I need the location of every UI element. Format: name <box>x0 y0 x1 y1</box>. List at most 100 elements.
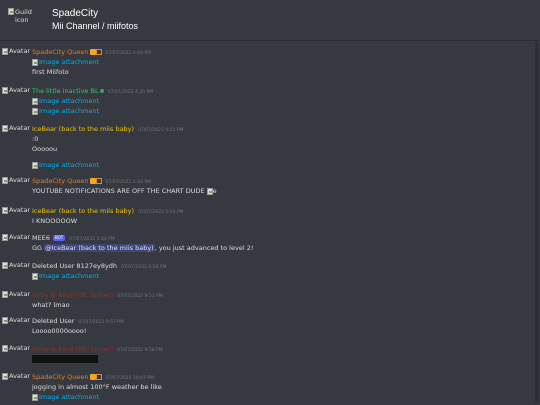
avatar[interactable]: Avatar <box>2 261 30 269</box>
message-header: SpadeCity Queen 07/07/2022 4:34 PM <box>32 176 217 186</box>
avatar[interactable]: Avatar <box>2 86 30 94</box>
scrollbar[interactable] <box>535 41 539 403</box>
author-name[interactable]: MEE6 <box>32 234 50 242</box>
text-suffix: , you just advanced to level 2! <box>154 244 254 252</box>
timestamp: 07/07/2022 4:09 PM <box>105 51 152 56</box>
avatar-alt-text: Avatar <box>9 124 31 132</box>
author-name[interactable]: IceBear (back to the miis baby) <box>32 207 134 215</box>
avatar[interactable]: Avatar <box>2 233 30 241</box>
message-content: Deleted User 07/07/2022 9:57 PM Loooo0000o… <box>32 316 124 336</box>
author-name[interactable]: The little inactive BL <box>32 87 99 95</box>
author-name[interactable]: Deleted User 8127ey8ydh <box>32 262 117 270</box>
timestamp: 07/07/2022 4:20 PM <box>107 90 154 95</box>
image-attachment-link[interactable]: Image attachment <box>32 392 162 402</box>
message-header: MEE6 BOT 07/07/2022 5:44 PM <box>32 233 253 243</box>
timestamp: 07/07/2022 5:44 PM <box>138 210 184 215</box>
message-header: Kirby & Alice (IRL Spicer) 07/07/2022 9:5… <box>32 344 163 354</box>
message-text: YOUTUBE NOTIFICATIONS ARE OFF THE CHART … <box>32 187 217 195</box>
message-text: I KNOOOOOW <box>32 217 78 225</box>
broken-image-icon <box>2 124 8 132</box>
message-text: what? lmao <box>32 301 70 309</box>
broken-image-icon <box>2 261 8 269</box>
message-header: The little inactive BL 07/07/2022 4:20 PM <box>32 86 153 96</box>
message-header: SpadeCity Queen 07/07/2022 4:09 PM <box>32 47 151 57</box>
message-text: GG @IceBear (back to the miis baby), you… <box>32 243 253 253</box>
image-attachment-link[interactable]: Image attachment <box>32 160 184 170</box>
image-attachment-link[interactable]: Image attachment <box>32 96 153 106</box>
timestamp: 07/07/2022 5:44 PM <box>69 237 115 242</box>
channel-header: Guild icon SpadeCity Mii Channel / miifo… <box>0 0 540 41</box>
bot-tag: BOT <box>52 235 66 241</box>
timestamp: 07/07/2022 4:34 PM <box>105 180 152 185</box>
author-name[interactable]: SpadeCity Queen <box>32 48 89 56</box>
broken-image-icon <box>2 290 8 298</box>
attachment-label: Image attachment <box>39 107 100 115</box>
avatar[interactable]: Avatar <box>2 344 30 352</box>
avatar-alt-text: Avatar <box>9 316 31 324</box>
avatar[interactable]: Avatar <box>2 316 30 324</box>
emoji-icon <box>95 49 102 55</box>
author-name[interactable]: SpadeCity Queen <box>32 373 89 381</box>
message-header: Deleted User 07/07/2022 9:57 PM <box>32 316 124 326</box>
author-name[interactable]: SpadeCity Queen <box>32 177 89 185</box>
broken-image-icon <box>2 176 8 184</box>
broken-image-icon <box>2 233 8 241</box>
message-content: Kirby & Alice (IRL Spicer) 07/07/2022 9:5… <box>32 344 163 363</box>
avatar[interactable]: Avatar <box>2 290 30 298</box>
embedded-media[interactable] <box>32 355 98 363</box>
message-content: The little inactive BL 07/07/2022 4:20 PM… <box>32 86 153 116</box>
emoji-icon <box>95 374 102 380</box>
broken-image-icon <box>2 47 8 55</box>
message-header: Kirby & Alice (IRL Spicer) 07/07/2022 9:5… <box>32 290 163 300</box>
attachment-label: Image attachment <box>39 272 100 280</box>
guild-icon[interactable]: Guild icon <box>8 8 36 28</box>
broken-image-icon <box>32 58 38 66</box>
avatar-alt-text: Avatar <box>9 86 31 94</box>
author-name[interactable]: Kirby & Alice (IRL Spicer) <box>32 291 113 299</box>
message-content: Deleted User 8127ey8ydh 07/07/2022 6:59 P… <box>32 261 167 281</box>
green-dot-emoji-icon <box>99 89 104 93</box>
broken-image-icon <box>2 316 8 324</box>
image-attachment-link[interactable]: Image attachment <box>32 271 167 281</box>
avatar-alt-text: Avatar <box>9 372 31 380</box>
broken-image-icon <box>2 206 8 214</box>
broken-image-icon <box>2 86 8 94</box>
message-content: IceBear (back to the miis baby) 07/07/202… <box>32 124 184 170</box>
text-prefix: GG <box>32 244 45 252</box>
avatar-alt-text: Avatar <box>9 47 31 55</box>
message-content: SpadeCity Queen 07/07/2022 4:34 PM YOUTUBE… <box>32 176 217 196</box>
avatar-alt-text: Avatar <box>9 233 31 241</box>
broken-image-icon <box>2 372 8 380</box>
message-content: MEE6 BOT 07/07/2022 5:44 PM GG @IceBear (ba… <box>32 233 253 253</box>
broken-image-icon <box>8 8 14 15</box>
message-header: IceBear (back to the miis baby) 07/07/202… <box>32 206 184 216</box>
avatar[interactable]: Avatar <box>2 124 30 132</box>
author-name[interactable]: Deleted User <box>32 317 74 325</box>
broken-image-icon <box>32 393 38 401</box>
avatar[interactable]: Avatar <box>2 47 30 55</box>
avatar[interactable]: Avatar <box>2 206 30 214</box>
channel-name: Mii Channel / miifotos <box>52 21 139 31</box>
guild-icon-alt-text: Guild icon <box>15 8 32 24</box>
timestamp: 07/07/2022 9:51 PM <box>117 294 163 299</box>
user-mention[interactable]: @IceBear (back to the miis baby) <box>44 244 155 252</box>
message-header: IceBear (back to the miis baby) 07/07/202… <box>32 124 184 134</box>
broken-image-icon <box>32 97 38 105</box>
author-name[interactable]: Kirby & Alice (IRL Spicer) <box>32 345 113 353</box>
message-content: SpadeCity Queen 07/07/2022 4:09 PM Image a… <box>32 47 151 77</box>
broken-image-icon <box>32 161 38 169</box>
author-name[interactable]: IceBear (back to the miis baby) <box>32 125 134 133</box>
avatar-alt-text: Avatar <box>9 344 31 352</box>
image-attachment-link[interactable]: Image attachment <box>32 106 153 116</box>
avatar[interactable]: Avatar <box>2 176 30 184</box>
message-text: first Miifoto <box>32 68 69 76</box>
image-attachment-link[interactable]: Image attachment <box>32 57 151 67</box>
message-text: jogging in almost 100°F weather be like <box>32 383 162 391</box>
attachment-label: Image attachment <box>39 58 100 66</box>
broken-image-icon <box>32 107 38 115</box>
avatar[interactable]: Avatar <box>2 372 30 380</box>
timestamp: 07/07/2022 10:07 PM <box>105 376 154 381</box>
timestamp: 07/07/2022 4:21 PM <box>138 128 184 133</box>
message-content: Kirby & Alice (IRL Spicer) 07/07/2022 9:5… <box>32 290 163 310</box>
guild-name: SpadeCity <box>52 8 99 19</box>
